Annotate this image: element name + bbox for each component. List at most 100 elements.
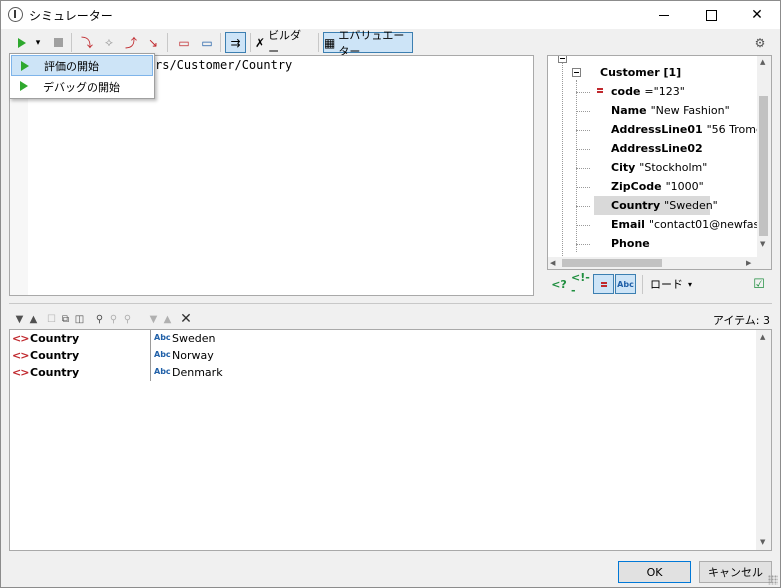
tracepoint-icon: ▭: [201, 35, 213, 50]
comment-icon: <!--: [571, 271, 590, 297]
evaluator-button[interactable]: ▦ エバリュエーター: [323, 29, 413, 58]
scroll-down-icon[interactable]: ▼: [760, 240, 765, 248]
tree-node-name: AddressLine02: [611, 142, 703, 155]
resize-grip[interactable]: [768, 575, 778, 585]
close-icon: ✕: [180, 311, 192, 327]
builder-button[interactable]: ✗ ビルダー: [255, 29, 315, 58]
step-out-button[interactable]: ⤴: [121, 32, 141, 53]
element-icon: <>: [12, 332, 29, 345]
run-to-cursor-button[interactable]: ↘: [143, 32, 163, 53]
table-row[interactable]: <> Country Abc Sweden: [10, 330, 755, 347]
item-count: アイテム: 3: [712, 314, 770, 327]
tree-node-value: "Sweden": [664, 199, 718, 212]
tree-vertical-scrollbar[interactable]: ▲ ▼: [757, 56, 771, 269]
menu-item-label: 評価の開始: [44, 59, 99, 73]
scroll-thumb[interactable]: [759, 96, 768, 236]
comment-toggle[interactable]: <!--: [571, 271, 593, 297]
expander-icon[interactable]: [558, 56, 567, 63]
close-button[interactable]: ✕: [734, 1, 780, 29]
breakpoint-icon: ▭: [178, 35, 190, 50]
tree-node-name[interactable]: Name "New Fashion": [611, 101, 730, 120]
options-button[interactable]: ⚙: [751, 32, 769, 53]
cancel-button[interactable]: キャンセル: [699, 561, 772, 583]
scroll-left-icon[interactable]: ◀: [550, 259, 555, 267]
tree-node-name: ZipCode: [611, 180, 662, 193]
tree-node-customer[interactable]: Customer [1]: [600, 63, 685, 82]
minimize-button[interactable]: [641, 1, 687, 29]
builder-label: ビルダー: [268, 28, 302, 58]
scroll-thumb[interactable]: [562, 259, 662, 267]
clear-button[interactable]: ✕: [179, 311, 193, 327]
load-label: ロード: [649, 278, 683, 291]
tree-node-name: Name: [611, 104, 647, 117]
search-button[interactable]: ⚲: [93, 311, 106, 327]
run-to-cursor-icon: ↘: [147, 35, 159, 50]
tree-node-email[interactable]: Email "contact01@newfash: [611, 215, 766, 234]
new-button[interactable]: ☐: [45, 311, 58, 327]
evaluate-on-input-icon: ⇉: [230, 35, 241, 50]
attribute-toggle[interactable]: [593, 274, 614, 294]
expand-all-button[interactable]: ▼: [13, 311, 26, 327]
maximize-button[interactable]: [688, 1, 734, 29]
checklist-icon: ☑: [753, 276, 765, 292]
copy-button[interactable]: ⧉: [59, 311, 72, 327]
evaluator-label: エバリュエーター: [338, 28, 405, 58]
tree-node-zipcode[interactable]: ZipCode "1000": [611, 177, 704, 196]
results-toolbar: ▼ ▲ ☐ ⧉ ◫ ⚲ ⚲ ⚲ ▼ ▲ ✕ アイテム: 3: [9, 309, 772, 329]
collapse-all-button[interactable]: ▲: [27, 311, 40, 327]
pane-splitter[interactable]: [9, 303, 772, 304]
find-next-button[interactable]: ⚲: [107, 311, 120, 327]
evaluate-on-input-button[interactable]: ⇉: [225, 32, 246, 53]
tree-node-phone[interactable]: Phone: [611, 234, 654, 253]
tree-horizontal-scrollbar[interactable]: ◀ ▶: [548, 257, 758, 269]
menu-item-start-evaluation[interactable]: 評価の開始: [11, 55, 153, 76]
find-next-icon: ⚲: [109, 313, 118, 325]
attribute-icon: [600, 281, 607, 287]
start-dropdown-button[interactable]: ▾: [32, 32, 44, 53]
chevron-down-icon: ▾: [687, 279, 692, 289]
scroll-up-icon[interactable]: ▲: [760, 58, 765, 66]
breakpoint-button[interactable]: ▭: [173, 32, 195, 53]
title-bar[interactable]: シミュレーター ✕: [1, 1, 780, 29]
tree-node-code[interactable]: code ="123": [611, 82, 685, 101]
gear-icon: ⚙: [754, 35, 766, 50]
validate-button[interactable]: ☑: [749, 274, 769, 294]
text-toggle[interactable]: Abc: [615, 274, 636, 294]
find-previous-button[interactable]: ⚲: [121, 311, 134, 327]
expression-text[interactable]: rs/Customer/Country: [155, 58, 292, 72]
table-row[interactable]: <> Country Abc Denmark: [10, 364, 755, 381]
tree-node-addressline02[interactable]: AddressLine02: [611, 139, 707, 158]
result-value: Sweden: [172, 332, 216, 345]
previous-button[interactable]: ▲: [161, 311, 174, 327]
load-button[interactable]: ロード ▾: [647, 274, 695, 294]
scroll-right-icon[interactable]: ▶: [746, 259, 751, 267]
step-over-button[interactable]: ⟡: [99, 32, 119, 53]
window-title: シミュレーター: [29, 9, 113, 23]
processing-instruction-toggle[interactable]: <?: [549, 274, 569, 294]
column-button[interactable]: ◫: [73, 311, 86, 327]
tree-node-city[interactable]: City "Stockholm": [611, 158, 707, 177]
tree-node-country[interactable]: Country "Sweden": [594, 196, 718, 215]
scroll-down-icon[interactable]: ▼: [760, 538, 765, 546]
tree-node-value: "New Fashion": [650, 104, 730, 117]
result-name: Country: [30, 332, 80, 345]
results-grid[interactable]: <> Country Abc Sweden <> Country Abc Nor…: [9, 329, 772, 551]
table-row[interactable]: <> Country Abc Norway: [10, 347, 755, 364]
play-icon: [18, 37, 26, 48]
next-button[interactable]: ▼: [147, 311, 160, 327]
page-icon: ☐: [47, 313, 56, 325]
scroll-up-icon[interactable]: ▲: [760, 333, 765, 341]
stop-button[interactable]: [49, 32, 67, 53]
tree-node-addressline01[interactable]: AddressLine01 "56 Tromer S: [611, 120, 771, 139]
xml-tree-panel[interactable]: Customer [1] code ="123" Name "New Fashi…: [547, 55, 772, 270]
results-vertical-scrollbar[interactable]: ▲ ▼: [756, 330, 771, 550]
start-button[interactable]: [13, 32, 31, 53]
tree-toolbar: <? <!-- Abc ロード ▾ ☑: [547, 271, 772, 297]
tracepoint-button[interactable]: ▭: [196, 32, 218, 53]
columns-icon: ◫: [74, 313, 85, 325]
step-into-button[interactable]: ⤵: [77, 32, 97, 53]
ok-button[interactable]: OK: [618, 561, 691, 583]
menu-item-start-debugging[interactable]: デバッグの開始: [11, 76, 153, 97]
expander-icon[interactable]: [572, 68, 581, 77]
tree-node-value: ="123": [644, 85, 685, 98]
